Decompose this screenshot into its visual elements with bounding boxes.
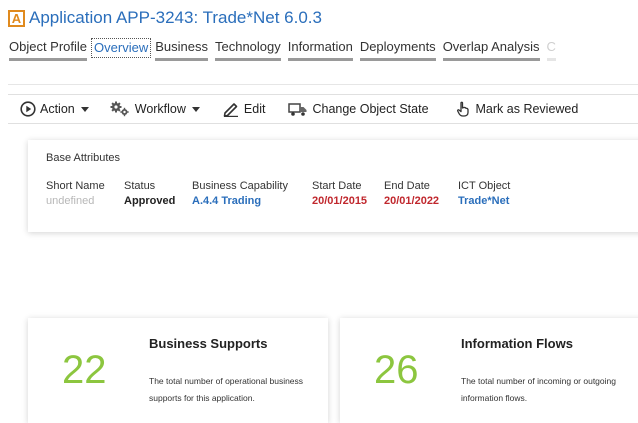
base-attributes-card: Base Attributes Short Name undefined Sta… bbox=[28, 140, 638, 232]
attribute-value: 20/01/2022 bbox=[384, 195, 440, 207]
hand-pointer-icon bbox=[455, 101, 471, 117]
attribute-ict-object: ICT Object Trade*Net bbox=[458, 180, 510, 207]
tab-business[interactable]: Business bbox=[152, 38, 211, 61]
chevron-down-icon bbox=[80, 106, 89, 112]
tab-object-profile[interactable]: Object Profile bbox=[6, 38, 90, 61]
page-title: Application APP-3243: Trade*Net 6.0.3 bbox=[29, 8, 322, 27]
business-capability-link[interactable]: A.4.4 Trading bbox=[192, 195, 288, 207]
tab-technology[interactable]: Technology bbox=[212, 38, 284, 61]
information-flows-card[interactable]: 26 Information Flows The total number of… bbox=[340, 318, 638, 423]
information-flows-count: 26 bbox=[374, 348, 419, 392]
workflow-label: Workflow bbox=[134, 102, 186, 116]
information-flows-title: Information Flows bbox=[461, 336, 573, 351]
chevron-down-icon bbox=[191, 106, 200, 112]
attribute-label: ICT Object bbox=[458, 180, 511, 192]
attribute-value: Approved bbox=[124, 195, 176, 207]
attribute-short-name: Short Name undefined bbox=[46, 180, 105, 207]
edit-button[interactable]: Edit bbox=[222, 101, 266, 117]
attribute-label: End Date bbox=[384, 180, 430, 192]
pencil-icon bbox=[222, 101, 240, 117]
attribute-label: Business Capability bbox=[192, 180, 288, 192]
tab-overlap-analysis[interactable]: Overlap Analysis bbox=[440, 38, 543, 61]
gears-icon bbox=[109, 101, 131, 117]
attribute-label: Start Date bbox=[312, 180, 362, 192]
truck-icon bbox=[288, 101, 308, 117]
attribute-status: Status Approved bbox=[124, 180, 175, 207]
workflow-button[interactable]: Workflow bbox=[109, 101, 200, 117]
attribute-value: undefined bbox=[46, 195, 95, 207]
change-object-state-button[interactable]: Change Object State bbox=[288, 101, 429, 117]
attribute-start-date: Start Date 20/01/2015 bbox=[312, 180, 367, 207]
play-circle-icon bbox=[20, 101, 36, 117]
tab-deployments[interactable]: Deployments bbox=[357, 38, 439, 61]
attribute-business-capability: Business Capability A.4.4 Trading bbox=[192, 180, 288, 207]
business-supports-title: Business Supports bbox=[149, 336, 268, 351]
attribute-value: 20/01/2015 bbox=[312, 195, 368, 207]
tab-truncated[interactable]: C bbox=[544, 38, 559, 61]
tab-overview[interactable]: Overview bbox=[91, 38, 152, 58]
divider bbox=[8, 84, 638, 85]
business-supports-card[interactable]: 22 Business Supports The total number of… bbox=[28, 318, 328, 423]
business-supports-count: 22 bbox=[62, 348, 107, 392]
information-flows-description: The total number of incoming or outgoing… bbox=[461, 376, 616, 403]
business-supports-description: The total number of operational business… bbox=[149, 376, 304, 403]
mark-as-reviewed-label: Mark as Reviewed bbox=[475, 102, 579, 116]
change-object-state-label: Change Object State bbox=[312, 102, 429, 116]
edit-label: Edit bbox=[243, 102, 266, 116]
mark-as-reviewed-button[interactable]: Mark as Reviewed bbox=[455, 101, 579, 117]
attribute-label: Status bbox=[124, 180, 156, 192]
action-label: Action bbox=[40, 102, 75, 116]
action-button[interactable]: Action bbox=[20, 101, 89, 117]
tab-information[interactable]: Information bbox=[285, 38, 356, 61]
page-header: A Application APP-3243: Trade*Net 6.0.3 bbox=[8, 7, 322, 29]
tab-bar: Object Profile Overview Business Technol… bbox=[6, 38, 560, 61]
application-type-badge: A bbox=[8, 9, 25, 27]
attribute-end-date: End Date 20/01/2022 bbox=[384, 180, 439, 207]
action-toolbar: Action Workflow Edit Change Object State… bbox=[8, 94, 638, 124]
attribute-label: Short Name bbox=[46, 180, 105, 192]
base-attributes-heading: Base Attributes bbox=[46, 152, 120, 164]
ict-object-link[interactable]: Trade*Net bbox=[458, 195, 510, 207]
